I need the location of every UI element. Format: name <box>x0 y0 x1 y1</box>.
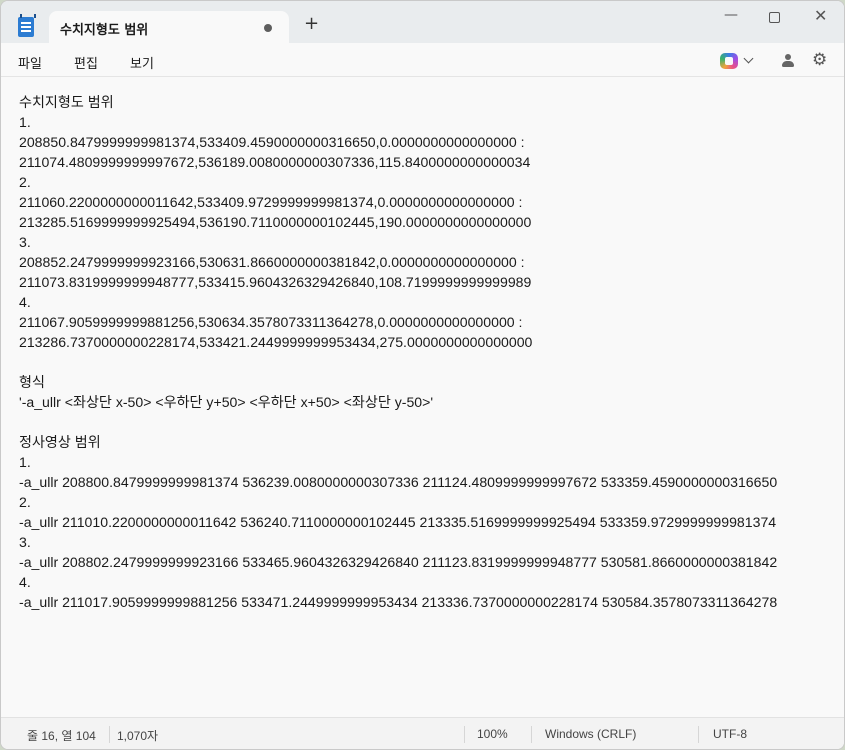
menu-edit[interactable]: 편집 <box>74 53 98 72</box>
unsaved-dot-icon[interactable] <box>264 24 272 32</box>
text-line: 213286.7370000000228174,533421.244999999… <box>19 334 533 350</box>
text-line: 1. <box>19 454 31 470</box>
text-line: 208850.8479999999981374,533409.459000000… <box>19 134 525 150</box>
title-bar: 수치지형도 범위 + — ✕ <box>1 1 844 44</box>
menu-view[interactable]: 보기 <box>130 53 154 72</box>
status-divider <box>698 726 699 743</box>
text-line: -a_ullr 211010.2200000000011642 536240.7… <box>19 514 777 530</box>
text-line: 211074.4809999999997672,536189.008000000… <box>19 154 531 170</box>
text-line: -a_ullr 208802.2479999999923166 533465.9… <box>19 554 778 570</box>
status-divider <box>464 726 465 743</box>
text-line: 208852.2479999999923166,530631.866000000… <box>19 254 525 270</box>
text-editor[interactable]: 수치지형도 범위 1. 208850.8479999999981374,533409… <box>1 78 844 717</box>
menu-file[interactable]: 파일 <box>18 53 42 72</box>
encoding[interactable]: UTF-8 <box>713 727 747 741</box>
text-line: 2. <box>19 174 31 190</box>
text-line: 2. <box>19 494 31 510</box>
line-ending[interactable]: Windows (CRLF) <box>545 727 636 741</box>
account-icon[interactable] <box>782 53 794 69</box>
text-line: 211060.2200000000011642,533409.972999999… <box>19 194 523 210</box>
text-line: 213285.5169999999925494,536190.711000000… <box>19 214 532 230</box>
minimize-button[interactable]: — <box>724 7 738 23</box>
chevron-down-icon[interactable] <box>743 53 754 64</box>
tab-title: 수치지형도 범위 <box>60 23 149 38</box>
text-line: '-a_ullr <좌상단 x-50> <우하단 y+50> <우하단 x+50… <box>19 394 434 410</box>
maximize-button[interactable] <box>769 12 780 23</box>
text-line: 211067.9059999999881256,530634.357807331… <box>19 314 523 330</box>
text-line: -a_ullr 208800.8479999999981374 536239.0… <box>19 474 778 490</box>
menu-bar: 파일 편집 보기 ⚙ <box>1 43 844 77</box>
text-line: 211073.8319999999948777,533415.960432632… <box>19 274 532 290</box>
copilot-icon[interactable] <box>720 53 738 69</box>
status-divider <box>109 726 110 743</box>
status-divider <box>531 726 532 743</box>
text-line: 1. <box>19 114 31 130</box>
text-line: 정사영상 범위 <box>19 434 101 450</box>
cursor-position: 줄 16, 열 104 <box>27 729 96 743</box>
gear-icon[interactable]: ⚙ <box>812 51 827 69</box>
text-line: 3. <box>19 234 31 250</box>
text-line: 수치지형도 범위 <box>19 94 114 110</box>
close-button[interactable]: ✕ <box>814 8 827 24</box>
zoom-level[interactable]: 100% <box>477 727 508 741</box>
text-line: 4. <box>19 574 31 590</box>
document-tab[interactable]: 수치지형도 범위 <box>49 11 289 44</box>
text-line: 4. <box>19 294 31 310</box>
new-tab-button[interactable]: + <box>304 15 319 33</box>
notepad-app-icon <box>18 14 36 37</box>
text-line: -a_ullr 211017.9059999999881256 533471.2… <box>19 594 778 610</box>
notepad-window: 수치지형도 범위 + — ✕ 파일 편집 보기 ⚙ 수치지형도 범위 1. 2088… <box>0 0 845 750</box>
character-count: 1,070자 <box>117 729 159 743</box>
text-line: 3. <box>19 534 31 550</box>
text-line: 형식 <box>19 374 45 390</box>
status-bar: 줄 16, 열 104 1,070자 100% Windows (CRLF) U… <box>1 717 844 749</box>
